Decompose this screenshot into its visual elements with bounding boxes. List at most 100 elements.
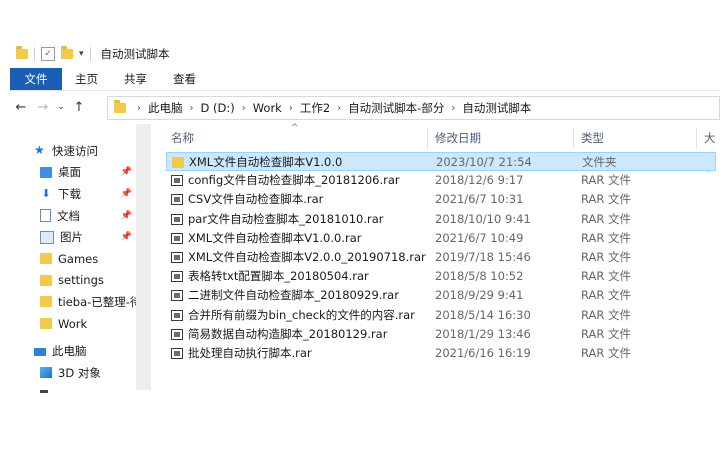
sidebar-item-label: 桌面 [58,165,81,180]
star-icon: ★ [34,143,45,158]
rar-archive-icon [171,251,183,263]
tab-home[interactable]: 主页 [62,68,111,90]
chevron-right-icon[interactable]: › [451,103,455,114]
file-name: XML文件自动检查脚本V1.0.0 [189,155,343,169]
sidebar-item-work[interactable]: Work [10,313,136,335]
sidebar-item-pictures[interactable]: 图片 📌 [10,226,136,248]
sidebar-item-label: 文档 [57,208,80,223]
chevron-right-icon[interactable]: › [289,103,293,114]
file-rows: XML文件自动检查脚本V1.0.0 2023/10/7 21:54 文件夹 confi… [166,152,720,363]
column-divider[interactable] [427,128,428,150]
desktop-icon [40,166,52,178]
forward-arrow-icon[interactable]: → [32,100,54,115]
folder-icon [40,253,52,265]
file-type: RAR 文件 [581,211,632,226]
file-row[interactable]: XML文件自动检查脚本V2.0.0_20190718.rar 2019/7/18 … [166,248,720,267]
sidebar-item-partial[interactable] [10,384,136,394]
toolbar-divider [89,47,91,61]
new-folder-icon[interactable] [61,46,73,59]
file-type: RAR 文件 [581,173,632,188]
chevron-right-icon[interactable]: › [242,103,246,114]
file-name: XML文件自动检查脚本V1.0.0.rar [188,230,362,245]
tab-share[interactable]: 共享 [111,68,160,90]
breadcrumb-scripts[interactable]: 自动测试脚本 [462,100,531,116]
tab-file[interactable]: 文件 [10,68,62,90]
properties-icon[interactable]: ✓ [41,47,55,61]
file-name: 二进制文件自动检查脚本_20180929.rar [188,288,399,303]
file-row[interactable]: 二进制文件自动检查脚本_20180929.rar 2018/9/29 9:41 RA… [166,286,720,305]
window-title: 自动测试脚本 [100,47,170,61]
column-header-date[interactable]: 修改日期 [435,124,481,152]
recent-locations-icon[interactable]: ⌄ [54,102,68,112]
rar-archive-icon [171,271,183,283]
file-row[interactable]: CSV文件自动检查脚本.rar 2021/6/7 10:31 RAR 文件 [166,190,720,209]
folder-icon [40,296,52,308]
column-header-row: ^ 名称 修改日期 类型 大小 [166,123,720,173]
sidebar-item-tieba[interactable]: tieba-已整理-待 [10,291,136,313]
file-date: 2018/1/29 13:46 [435,326,531,341]
file-date: 2018/12/6 9:17 [435,173,524,188]
file-row[interactable]: 简易数据自动构造脚本_20180129.rar 2018/1/29 13:46 RA… [166,325,720,344]
sidebar-item-label: Work [58,316,88,331]
breadcrumb-work2[interactable]: 工作2 [300,100,330,116]
breadcrumb-this-pc[interactable]: 此电脑 [148,100,183,116]
column-divider[interactable] [573,128,574,150]
file-date: 2019/7/18 15:46 [435,249,531,264]
file-type: RAR 文件 [581,269,632,284]
sidebar-item-desktop[interactable]: 桌面 📌 [10,162,136,184]
customize-toolbar-icon[interactable]: ▾ [79,49,84,59]
file-list: ^ 名称 修改日期 类型 大小 XML文件自动检查脚本V1.0.0 2023/10… [166,123,720,390]
sidebar-item-3d-objects[interactable]: 3D 对象 [10,362,136,384]
file-name: 批处理自动执行脚本.rar [188,345,312,360]
sidebar-item-quick-access[interactable]: ★ 快速访问 [10,140,136,162]
rar-archive-icon [171,213,183,225]
video-icon [40,390,48,394]
column-divider[interactable] [696,128,697,150]
address-bar[interactable]: › 此电脑 › D (D:) › Work › 工作2 › 自动测试脚本-部分 … [107,96,720,120]
file-date: 2023/10/7 21:54 [436,155,532,169]
breadcrumb-work[interactable]: Work [253,101,282,115]
picture-icon [40,230,54,244]
breadcrumb-scripts-part[interactable]: 自动测试脚本-部分 [348,100,444,116]
rar-archive-icon [171,175,183,187]
sidebar-item-downloads[interactable]: ⬇ 下载 📌 [10,183,136,205]
file-row[interactable]: 合并所有前缀为bin_check的文件的内容.rar 2018/5/14 16:3… [166,306,720,325]
up-arrow-icon[interactable]: ↑ [68,100,90,115]
download-icon: ⬇ [41,187,51,201]
chevron-right-icon[interactable]: › [190,103,194,114]
file-row[interactable]: config文件自动检查脚本_20181206.rar 2018/12/6 9:1… [166,171,720,190]
pin-icon: 📌 [120,210,132,221]
file-name: 表格转txt配置脚本_20180504.rar [188,269,369,284]
pin-icon: 📌 [120,188,132,199]
sidebar-scrollbar[interactable] [136,124,151,390]
sidebar-item-label: tieba-已整理-待 [58,294,136,309]
sidebar-item-this-pc[interactable]: 此电脑 [10,340,136,362]
file-row[interactable]: XML文件自动检查脚本V1.0.0.rar 2021/6/7 10:49 RAR 文… [166,229,720,248]
toolbar-divider [34,47,35,61]
column-header-type[interactable]: 类型 [581,124,604,152]
back-arrow-icon[interactable]: ← [10,100,32,115]
sidebar-item-settings[interactable]: settings [10,270,136,292]
file-type: RAR 文件 [581,326,632,341]
file-date: 2021/6/7 10:49 [435,230,524,245]
file-date: 2018/5/8 10:52 [435,269,524,284]
file-name: XML文件自动检查脚本V2.0.0_20190718.rar [188,249,426,264]
file-row[interactable]: par文件自动检查脚本_20181010.rar 2018/10/10 9:41 R… [166,210,720,229]
file-date: 2018/5/14 16:30 [435,307,531,322]
file-row[interactable]: 表格转txt配置脚本_20180504.rar 2018/5/8 10:52 RAR… [166,267,720,286]
file-row[interactable]: 批处理自动执行脚本.rar 2021/6/16 16:19 RAR 文件 [166,344,720,363]
breadcrumb-d-drive[interactable]: D (D:) [201,101,235,115]
file-type: 文件夹 [582,155,617,169]
chevron-right-icon[interactable]: › [137,103,141,114]
sidebar-item-documents[interactable]: 文档 📌 [10,205,136,227]
file-type: RAR 文件 [581,249,632,264]
sidebar-item-games[interactable]: Games [10,248,136,270]
folder-icon [40,274,52,286]
column-header-name[interactable]: 名称 [171,124,194,152]
chevron-right-icon[interactable]: › [337,103,341,114]
tab-view[interactable]: 查看 [160,68,209,90]
column-header-size[interactable]: 大小 [704,124,720,173]
rar-archive-icon [171,309,183,321]
file-type: RAR 文件 [581,192,632,207]
file-row[interactable]: XML文件自动检查脚本V1.0.0 2023/10/7 21:54 文件夹 [166,152,716,172]
